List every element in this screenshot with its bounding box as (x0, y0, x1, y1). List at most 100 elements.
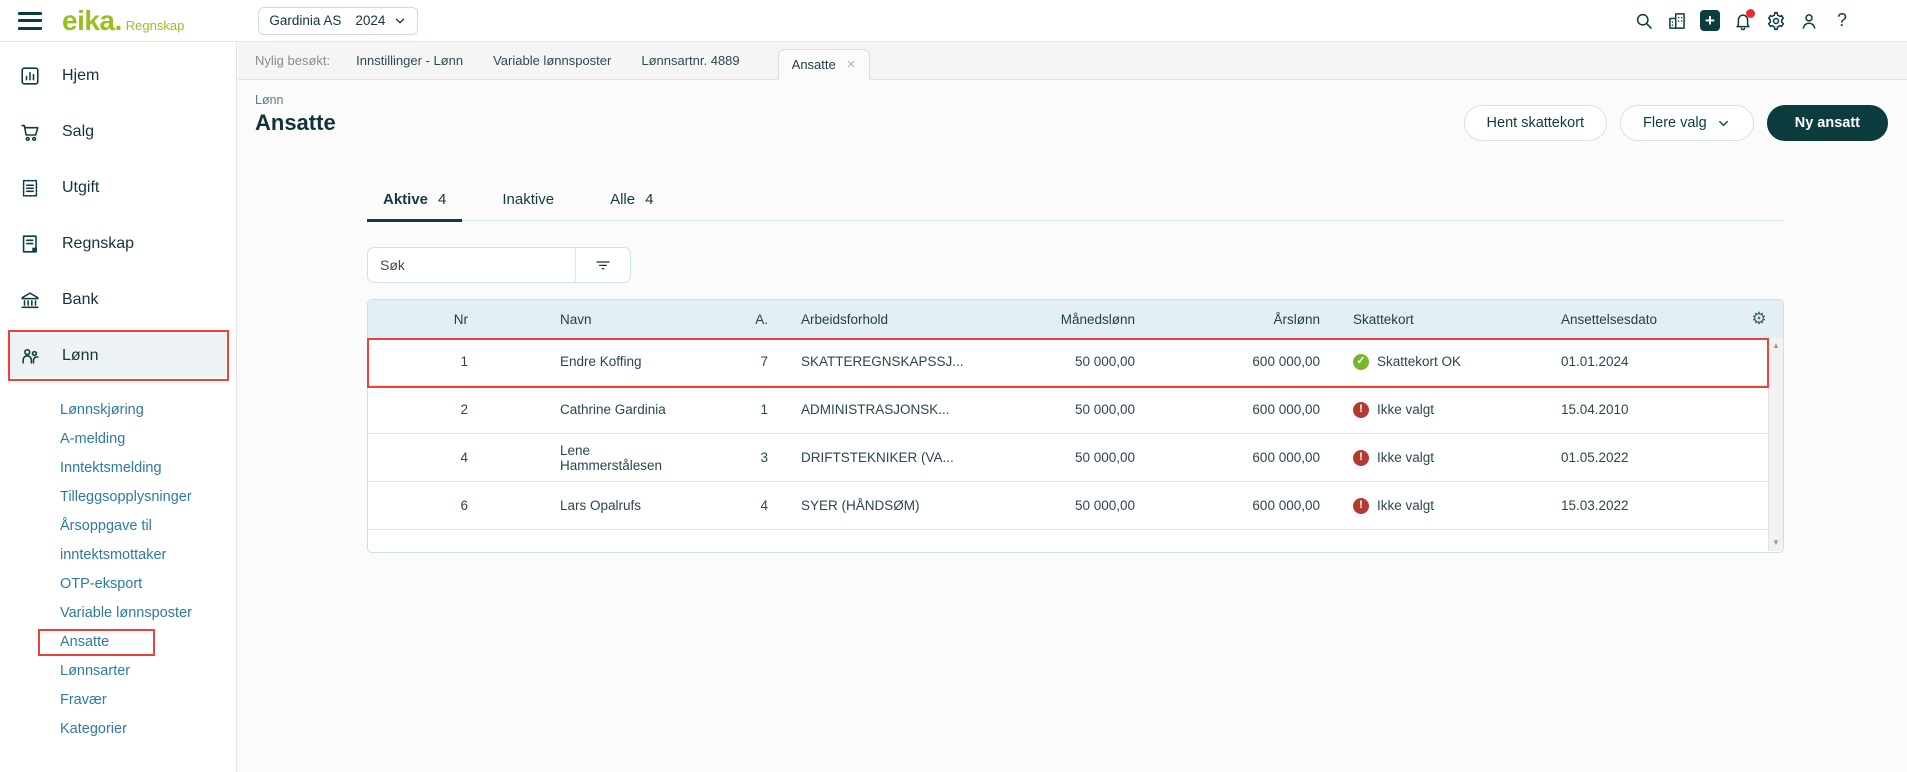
flere-valg-button[interactable]: Flere valg (1620, 105, 1754, 141)
cell-navn: Lars Opalrufs (560, 498, 642, 513)
scroll-down-icon[interactable]: ▼ (1772, 539, 1780, 547)
col-header-skattekort[interactable]: Skattekort (1320, 312, 1535, 327)
sidebar-item-label: Salg (62, 123, 95, 140)
company-selector[interactable]: Gardinia AS 2024 (258, 6, 419, 35)
table-row[interactable]: 4 Lene Hammerstålesen 3 DRIFTSTEKNIKER (… (368, 434, 1768, 482)
sidebar-item-label: Regnskap (62, 235, 135, 252)
cell-skattekort: ! Ikke valgt (1320, 497, 1535, 514)
company-name: Gardinia AS (269, 13, 342, 28)
sidebar-subitem-otp-eksport[interactable]: OTP-eksport (0, 570, 236, 599)
scroll-up-icon[interactable]: ▲ (1772, 342, 1780, 350)
col-header-arbeidsforhold[interactable]: Arbeidsforhold (768, 312, 1008, 327)
hent-skattekort-button[interactable]: Hent skattekort (1463, 105, 1608, 141)
tab-count: 4 (438, 191, 447, 208)
topbar-icons: + ? (1634, 8, 1852, 31)
table-settings-gear-icon[interactable]: ⚙ (1735, 309, 1783, 329)
table-row[interactable]: 1 Endre Koffing 7 SKATTEREGNSKAPSSJ... 5… (368, 338, 1768, 386)
sidebar-item-hjem[interactable]: Hjem (7, 54, 229, 98)
tab-aktive[interactable]: Aktive 4 (367, 191, 463, 222)
people-icon (18, 344, 42, 368)
sidebar-item-lonn[interactable]: Lønn (7, 334, 229, 378)
table-body: 1 Endre Koffing 7 SKATTEREGNSKAPSSJ... 5… (368, 338, 1768, 552)
main-area: Nylig besøkt: Innstillinger - Lønn Varia… (238, 42, 1907, 772)
sidebar-subitem-variable-lonnsposter[interactable]: Variable lønnsposter (0, 599, 236, 628)
brand-name: eika. (62, 4, 122, 36)
cell-skattekort: ! Ikke valgt (1320, 401, 1535, 418)
skattekort-status-missing-icon: ! (1353, 497, 1369, 514)
sidebar-subitem-lonnsarter[interactable]: Lønnsarter (0, 657, 236, 686)
col-header-navn[interactable]: Navn (468, 312, 668, 327)
sidebar-subitem-arsoppgave[interactable]: Årsoppgave til inntektsmottaker (0, 512, 236, 570)
employees-table: Nr Navn A. Arbeidsforhold Månedslønn Års… (367, 299, 1784, 553)
cell-navn: Lene Hammerstålesen (560, 442, 663, 473)
brand-logo: eika. Regnskap (62, 5, 184, 37)
cell-ansettelsesdato: 01.01.2024 (1561, 354, 1629, 369)
search-icon[interactable] (1634, 11, 1654, 31)
receipt-icon (18, 176, 42, 200)
cell-a: 3 (760, 450, 768, 465)
col-header-a[interactable]: A. (668, 312, 768, 327)
add-icon[interactable]: + (1700, 10, 1720, 31)
cell-manedslonn: 50 000,00 (1074, 354, 1135, 369)
cell-arbeidsforhold: DRIFTSTEKNIKER (VA... (801, 450, 954, 465)
ny-ansatt-button[interactable]: Ny ansatt (1766, 105, 1888, 141)
sidebar-item-salg[interactable]: Salg (7, 110, 229, 154)
bank-icon (18, 288, 42, 312)
cell-arslonn: 600 000,00 (1252, 450, 1320, 465)
cell-skattekort: ! Ikke valgt (1320, 449, 1535, 466)
sidebar-subitem-kategorier[interactable]: Kategorier (0, 715, 236, 744)
cell-skattekort: ✓ Skattekort OK (1320, 353, 1535, 370)
sidebar-item-utgift[interactable]: Utgift (7, 166, 229, 210)
cell-arbeidsforhold: ADMINISTRASJONSK... (801, 402, 950, 417)
cell-manedslonn: 50 000,00 (1074, 402, 1135, 417)
tab-alle[interactable]: Alle 4 (594, 191, 669, 222)
tab-label: Inaktive (502, 191, 555, 208)
buildings-icon[interactable] (1667, 11, 1687, 31)
cell-a: 1 (760, 402, 768, 417)
notification-badge (1746, 8, 1755, 18)
filter-icon (596, 261, 610, 270)
brand-suffix: Regnskap (125, 17, 185, 33)
col-header-arslonn[interactable]: Årslønn (1135, 312, 1320, 327)
filter-button[interactable] (575, 248, 630, 282)
bell-icon[interactable] (1733, 8, 1755, 31)
sidebar-subitem-inntektsmelding[interactable]: Inntektsmelding (0, 454, 236, 483)
table-row[interactable]: 2 Cathrine Gardinia 1 ADMINISTRASJONSK..… (368, 386, 1768, 434)
recent-item-innstillinger-lonn[interactable]: Innstillinger - Lønn (356, 53, 463, 68)
cell-ansettelsesdato: 15.03.2022 (1561, 498, 1629, 513)
fiscal-year: 2024 (355, 13, 386, 28)
page-title: Ansatte (255, 110, 336, 135)
help-icon[interactable]: ? (1832, 10, 1852, 31)
sidebar-subitem-tilleggsopplysninger[interactable]: Tilleggsopplysninger (0, 483, 236, 512)
col-header-ansettelsesdato[interactable]: Ansettelsesdato (1535, 312, 1735, 327)
sidebar-subitem-lonnskjoring[interactable]: Lønnskjøring (0, 396, 236, 425)
col-header-manedslonn[interactable]: Månedslønn (1008, 312, 1135, 327)
cart-icon (18, 120, 42, 144)
hamburger-menu-icon[interactable] (18, 11, 42, 30)
sidebar-item-bank[interactable]: Bank (7, 278, 229, 322)
cell-navn: Endre Koffing (560, 354, 642, 369)
sidebar-subitem-ansatte[interactable]: Ansatte (0, 628, 236, 657)
sidebar-subitem-a-melding[interactable]: A-melding (0, 425, 236, 454)
search-input[interactable] (368, 248, 575, 282)
user-icon[interactable] (1799, 11, 1819, 31)
close-icon[interactable]: × (847, 57, 856, 72)
cell-arslonn: 600 000,00 (1252, 402, 1320, 417)
active-tab-ansatte[interactable]: Ansatte × (777, 49, 870, 80)
page-header: Lønn Ansatte Hent skattekort Flere valg … (238, 80, 1907, 141)
tab-inaktive[interactable]: Inaktive (486, 191, 570, 222)
cell-manedslonn: 50 000,00 (1074, 450, 1135, 465)
chevron-down-icon (1718, 120, 1728, 126)
search-bar (367, 247, 631, 283)
sidebar-subitem-fravaer[interactable]: Fravær (0, 686, 236, 715)
recent-item-lonnsartnr[interactable]: Lønnsartnr. 4889 (641, 53, 739, 68)
sidebar-item-regnskap[interactable]: Regnskap (7, 222, 229, 266)
cell-nr: 4 (460, 450, 468, 465)
table-row[interactable]: 6 Lars Opalrufs 4 SYER (HÅNDSØM) 50 000,… (368, 482, 1768, 530)
tab-count: 4 (645, 191, 654, 208)
page-body: Aktive 4 Inaktive Alle 4 Søk Nr Navn A. … (367, 191, 1784, 553)
table-scrollbar[interactable]: ▲ ▼ (1768, 338, 1783, 551)
gear-icon[interactable] (1766, 11, 1786, 31)
recent-item-variable-lonnsposter[interactable]: Variable lønnsposter (493, 53, 611, 68)
col-header-nr[interactable]: Nr (368, 312, 468, 327)
